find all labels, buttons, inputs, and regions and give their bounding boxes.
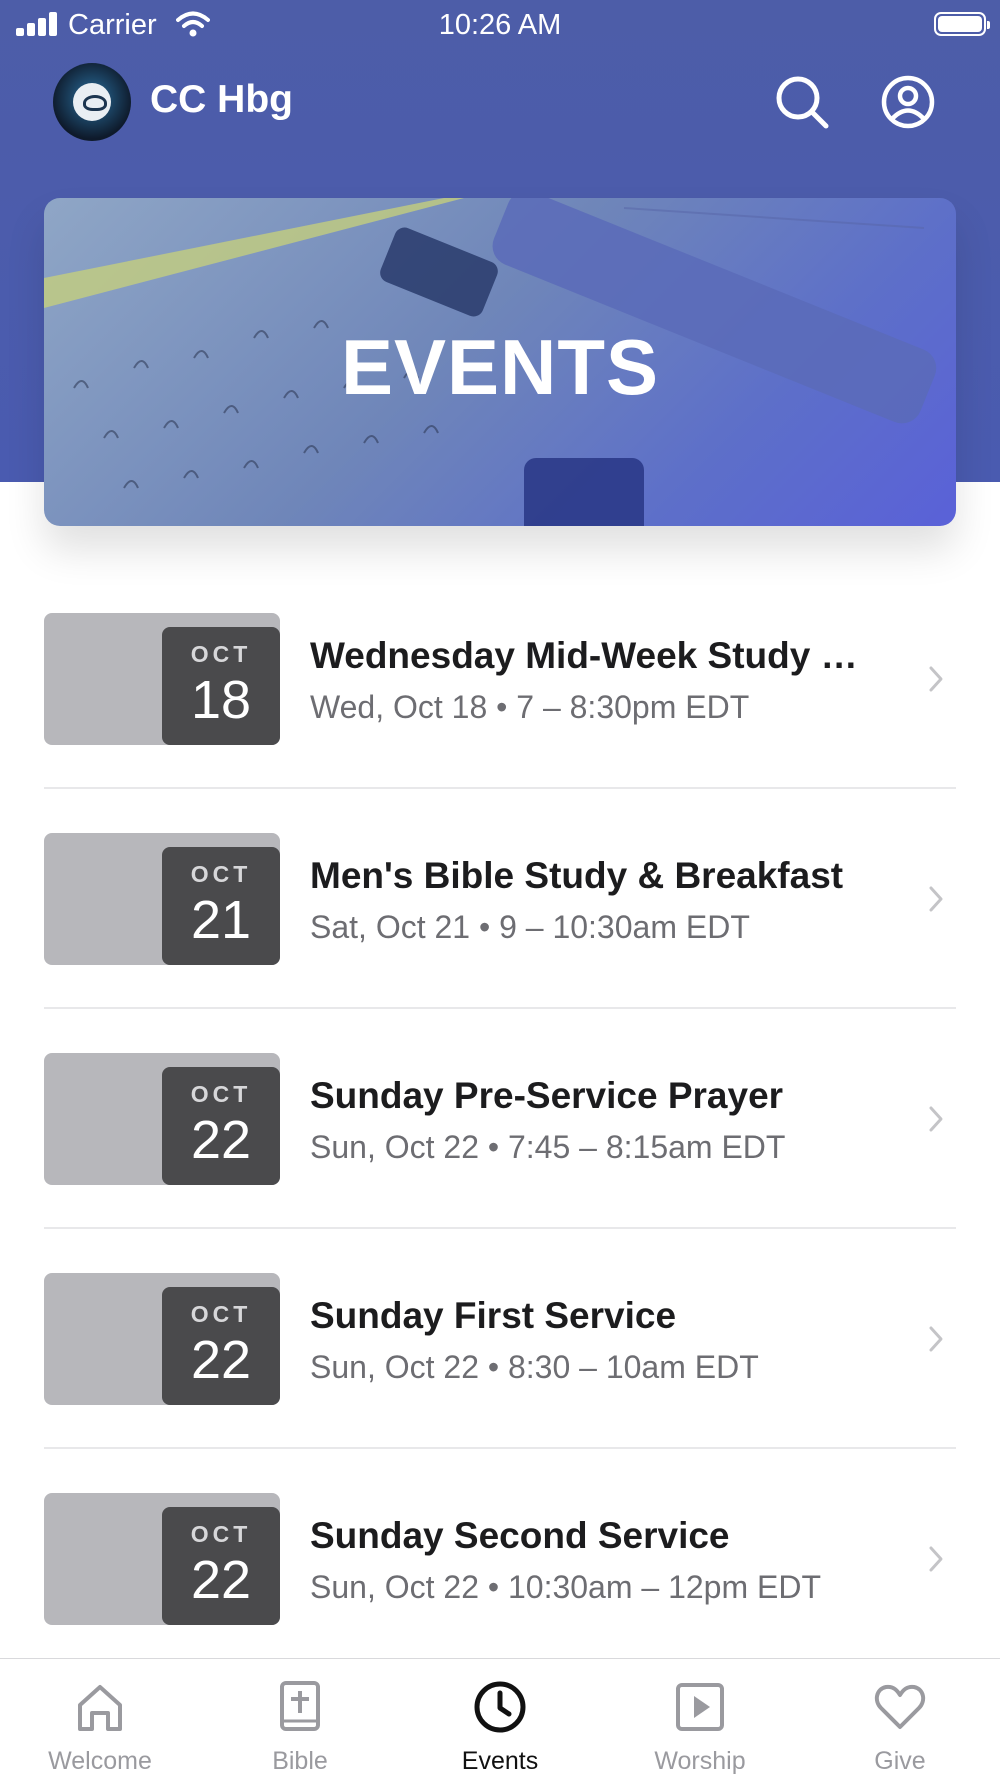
event-title: Sunday Pre-Service Prayer	[310, 1075, 784, 1116]
status-bar: Carrier 10:26 AM	[0, 0, 1000, 50]
clock-icon	[474, 1681, 526, 1733]
event-title: Men's Bible Study & Breakfast	[310, 855, 844, 896]
divider	[44, 1447, 956, 1449]
play-icon	[676, 1683, 724, 1731]
app-title: CC Hbg	[150, 78, 293, 121]
tab-bar: Welcome Bible Events Worship Give	[0, 1658, 1000, 1779]
divider	[44, 1227, 956, 1229]
tab-bible[interactable]: Bible	[200, 1659, 400, 1779]
tab-label: Events	[461, 1747, 539, 1775]
event-time: Sun, Oct 22 • 8:30 – 10am EDT	[310, 1349, 759, 1385]
event-title: Sunday First Service	[310, 1295, 677, 1336]
event-row[interactable]: OCT 18 Wednesday Mid-Week Study &... Wed…	[44, 613, 956, 745]
divider	[44, 787, 956, 789]
date-month: OCT	[190, 641, 252, 667]
tab-label: Welcome	[48, 1747, 152, 1775]
event-time: Sun, Oct 22 • 7:45 – 8:15am EDT	[310, 1129, 786, 1165]
date-badge: OCT 22	[162, 1067, 280, 1185]
date-badge: OCT 21	[162, 847, 280, 965]
heart-icon	[874, 1684, 926, 1729]
date-month: OCT	[190, 861, 252, 887]
profile-icon[interactable]	[880, 74, 936, 130]
event-row[interactable]: OCT 22 Sunday Pre-Service Prayer Sun, Oc…	[44, 1053, 956, 1185]
date-month: OCT	[190, 1521, 252, 1547]
chevron-right-icon	[929, 1326, 943, 1352]
event-row[interactable]: OCT 22 Sunday Second Service Sun, Oct 22…	[44, 1493, 956, 1625]
events-hero-banner: EVENTS	[44, 198, 956, 526]
date-day: 22	[190, 1550, 252, 1610]
tab-welcome[interactable]: Welcome	[0, 1659, 200, 1779]
date-badge: OCT 22	[162, 1507, 280, 1625]
hero-title: EVENTS	[340, 323, 660, 411]
tab-label: Worship	[654, 1747, 746, 1775]
event-title: Sunday Second Service	[310, 1515, 730, 1556]
tab-worship[interactable]: Worship	[600, 1659, 800, 1779]
home-icon	[78, 1685, 122, 1731]
event-time: Sun, Oct 22 • 10:30am – 12pm EDT	[310, 1569, 822, 1605]
date-day: 22	[190, 1110, 252, 1170]
date-day: 22	[190, 1330, 252, 1390]
tab-label: Give	[874, 1747, 926, 1775]
battery-icon	[934, 12, 990, 36]
date-day: 21	[190, 890, 252, 950]
event-time: Wed, Oct 18 • 7 – 8:30pm EDT	[310, 689, 750, 725]
event-time: Sat, Oct 21 • 9 – 10:30am EDT	[310, 909, 750, 945]
chevron-right-icon	[929, 666, 943, 692]
tab-label: Bible	[272, 1747, 328, 1775]
date-badge: OCT 22	[162, 1287, 280, 1405]
event-title: Wednesday Mid-Week Study &...	[310, 635, 870, 676]
church-logo[interactable]	[53, 63, 131, 141]
divider	[44, 1007, 956, 1009]
chevron-right-icon	[929, 1546, 943, 1572]
date-day: 18	[190, 670, 252, 730]
event-row[interactable]: OCT 22 Sunday First Service Sun, Oct 22 …	[44, 1273, 956, 1405]
date-month: OCT	[190, 1301, 252, 1327]
date-month: OCT	[190, 1081, 252, 1107]
tab-give[interactable]: Give	[800, 1659, 1000, 1779]
event-row[interactable]: OCT 21 Men's Bible Study & Breakfast Sat…	[44, 833, 956, 965]
status-time: 10:26 AM	[438, 9, 562, 41]
chevron-right-icon	[929, 1106, 943, 1132]
bible-icon	[280, 1681, 320, 1731]
search-icon[interactable]	[774, 74, 830, 130]
tab-events[interactable]: Events	[400, 1659, 600, 1779]
date-badge: OCT 18	[162, 627, 280, 745]
chevron-right-icon	[929, 886, 943, 912]
